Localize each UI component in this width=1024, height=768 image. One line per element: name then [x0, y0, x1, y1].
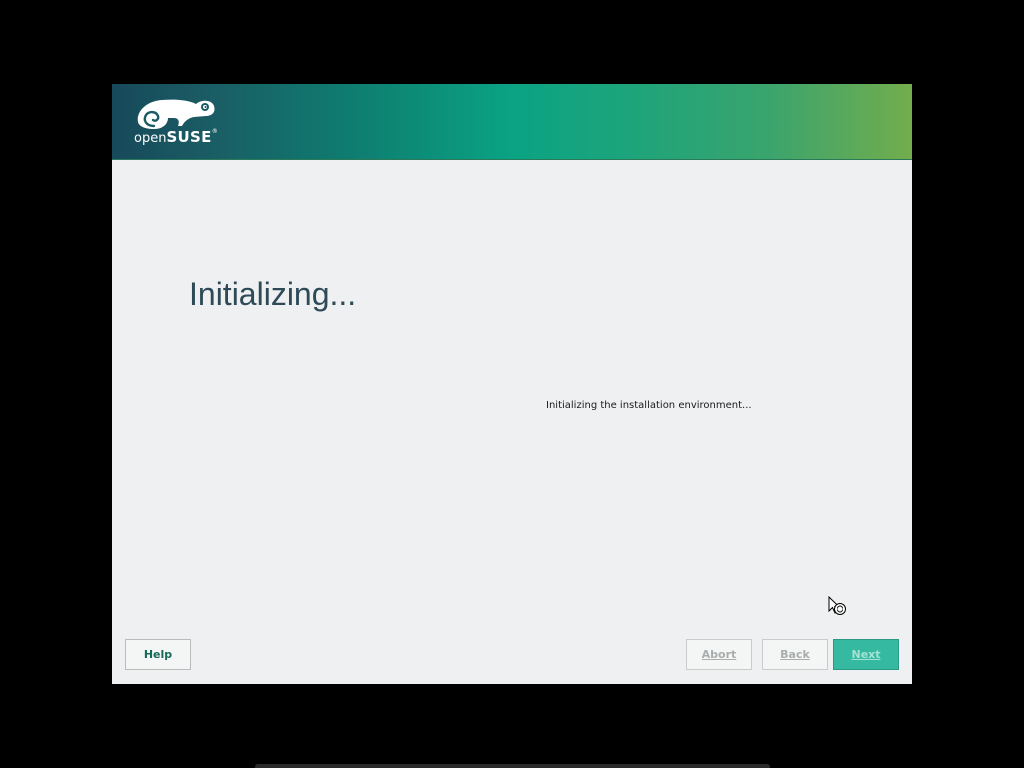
installer-window: openSUSE® Initializing... Initializing t… — [112, 84, 912, 684]
screen: openSUSE® Initializing... Initializing t… — [0, 0, 1024, 768]
chameleon-icon — [137, 99, 215, 129]
help-button-label: Help — [143, 648, 173, 661]
abort-button-label: Abort — [701, 648, 737, 661]
abort-button[interactable]: Abort — [686, 639, 752, 670]
next-button-label: Next — [851, 648, 881, 661]
trademark-symbol: ® — [211, 128, 218, 135]
logo-wordmark: openSUSE® — [134, 128, 218, 146]
opensuse-logo: openSUSE® — [134, 96, 224, 148]
next-button[interactable]: Next — [833, 639, 899, 670]
help-button[interactable]: Help — [125, 639, 191, 670]
status-message: Initializing the installation environmen… — [546, 400, 752, 411]
back-button-label: Back — [780, 648, 810, 661]
logo-name: SUSE — [166, 128, 212, 146]
logo-prefix: open — [134, 131, 167, 146]
back-button[interactable]: Back — [762, 639, 828, 670]
page-title: Initializing... — [189, 276, 357, 312]
busy-pointer-icon — [828, 595, 848, 618]
header-banner: openSUSE® — [112, 84, 912, 160]
bottom-bar — [255, 764, 770, 768]
